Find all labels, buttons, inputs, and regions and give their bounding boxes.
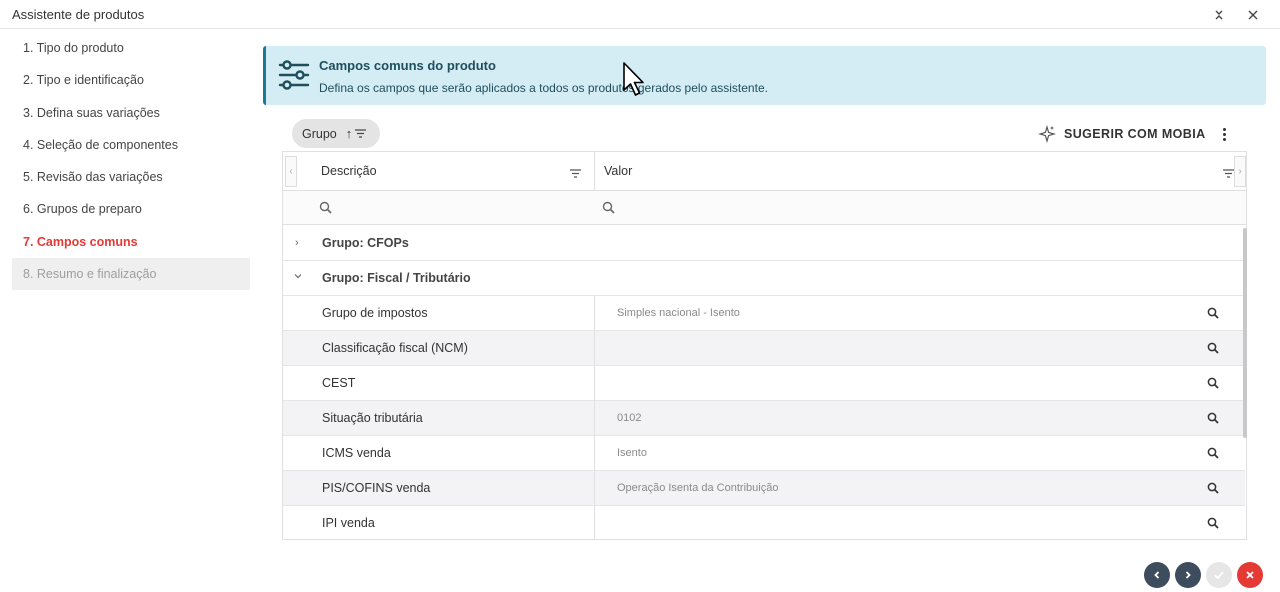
field-label: Situação tributária — [322, 411, 423, 425]
suggest-mobia-label: SUGERIR COM MOBIA — [1064, 127, 1206, 141]
step-8-disabled: 8. Resumo e finalização — [12, 258, 250, 291]
vertical-scrollbar[interactable] — [1243, 228, 1247, 438]
lookup-search-icon[interactable] — [1207, 482, 1219, 497]
mouse-cursor-icon — [623, 62, 647, 105]
chevron-down-icon[interactable] — [293, 271, 303, 284]
field-value[interactable]: 0102 — [617, 412, 641, 424]
column-filter-icon[interactable] — [1223, 165, 1234, 183]
column-filter-icon[interactable] — [570, 165, 581, 183]
previous-button[interactable] — [1144, 562, 1170, 588]
column-header-valor[interactable]: Valor — [604, 152, 632, 191]
close-icon[interactable] — [1242, 4, 1264, 26]
step-1[interactable]: 1. Tipo do produto — [12, 32, 250, 64]
table-row[interactable]: CEST — [283, 366, 1245, 401]
scroll-right-icon[interactable]: › — [1234, 156, 1246, 187]
sparkle-icon — [1038, 125, 1056, 143]
lookup-search-icon[interactable] — [1207, 412, 1219, 427]
table-row[interactable]: IPI venda — [283, 506, 1245, 539]
group-row-cfops[interactable]: › Grupo: CFOPs — [283, 226, 1245, 261]
table-row[interactable]: Situação tributária 0102 — [283, 401, 1245, 436]
group-title: Grupo: CFOPs — [322, 236, 409, 250]
sort-ascending-icon[interactable]: ↑ — [346, 126, 353, 141]
filter-icon[interactable] — [355, 127, 367, 141]
more-options-icon[interactable] — [1214, 124, 1234, 144]
sliders-icon — [278, 60, 310, 95]
table-row[interactable]: PIS/COFINS venda Operação Isenta da Cont… — [283, 471, 1245, 506]
field-label: CEST — [322, 376, 356, 390]
confirm-button[interactable] — [1206, 562, 1232, 588]
cancel-button[interactable] — [1237, 562, 1263, 588]
group-chip-label: Grupo — [302, 126, 337, 141]
grid-header: ‹ Descrição Valor › — [283, 151, 1246, 191]
search-icon[interactable] — [319, 201, 332, 219]
next-button[interactable] — [1175, 562, 1201, 588]
chevron-right-icon[interactable]: › — [295, 237, 299, 249]
field-label: PIS/COFINS venda — [322, 481, 431, 495]
field-label: ICMS venda — [322, 446, 391, 460]
lookup-search-icon[interactable] — [1207, 517, 1219, 532]
step-2[interactable]: 2. Tipo e identificação — [12, 64, 250, 96]
field-value[interactable]: Simples nacional - Isento — [617, 307, 740, 319]
wizard-steps: 1. Tipo do produto 2. Tipo e identificaç… — [12, 32, 250, 291]
filter-row — [283, 191, 1246, 225]
table-row[interactable]: Classificação fiscal (NCM) — [283, 331, 1245, 366]
field-label: Classificação fiscal (NCM) — [322, 341, 468, 355]
table-row[interactable]: ICMS venda Isento — [283, 436, 1245, 471]
suggest-mobia-button[interactable]: SUGERIR COM MOBIA — [1038, 124, 1206, 144]
step-3[interactable]: 3. Defina suas variações — [12, 97, 250, 129]
step-5[interactable]: 5. Revisão das variações — [12, 161, 250, 193]
field-value[interactable]: Isento — [617, 447, 647, 459]
lookup-search-icon[interactable] — [1207, 307, 1219, 322]
field-label: IPI venda — [322, 516, 375, 530]
table-row[interactable]: Grupo de impostos Simples nacional - Ise… — [283, 296, 1245, 331]
lookup-search-icon[interactable] — [1207, 447, 1219, 462]
group-chip[interactable]: Grupo ↑ — [292, 119, 380, 148]
search-icon[interactable] — [602, 201, 615, 219]
group-row-fiscal[interactable]: Grupo: Fiscal / Tributário — [283, 261, 1245, 296]
scroll-left-icon[interactable]: ‹ — [285, 156, 297, 187]
group-title: Grupo: Fiscal / Tributário — [322, 271, 471, 285]
window-titlebar: Assistente de produtos — [0, 0, 1280, 29]
field-value[interactable]: Operação Isenta da Contribuição — [617, 482, 778, 494]
column-header-descricao[interactable]: Descrição — [321, 152, 377, 191]
banner-subtitle: Defina os campos que serão aplicados a t… — [319, 81, 768, 95]
lookup-search-icon[interactable] — [1207, 342, 1219, 357]
fields-grid: ‹ Descrição Valor › › Grupo: CFOPs Grupo… — [282, 151, 1247, 540]
field-label: Grupo de impostos — [322, 306, 428, 320]
step-7-active[interactable]: 7. Campos comuns — [12, 226, 250, 258]
collapse-icon[interactable] — [1208, 4, 1230, 26]
step-4[interactable]: 4. Seleção de componentes — [12, 129, 250, 161]
window-title: Assistente de produtos — [12, 7, 145, 22]
lookup-search-icon[interactable] — [1207, 377, 1219, 392]
banner-title: Campos comuns do produto — [319, 58, 496, 73]
step-6[interactable]: 6. Grupos de preparo — [12, 193, 250, 225]
info-banner: Campos comuns do produto Defina os campo… — [263, 46, 1266, 105]
